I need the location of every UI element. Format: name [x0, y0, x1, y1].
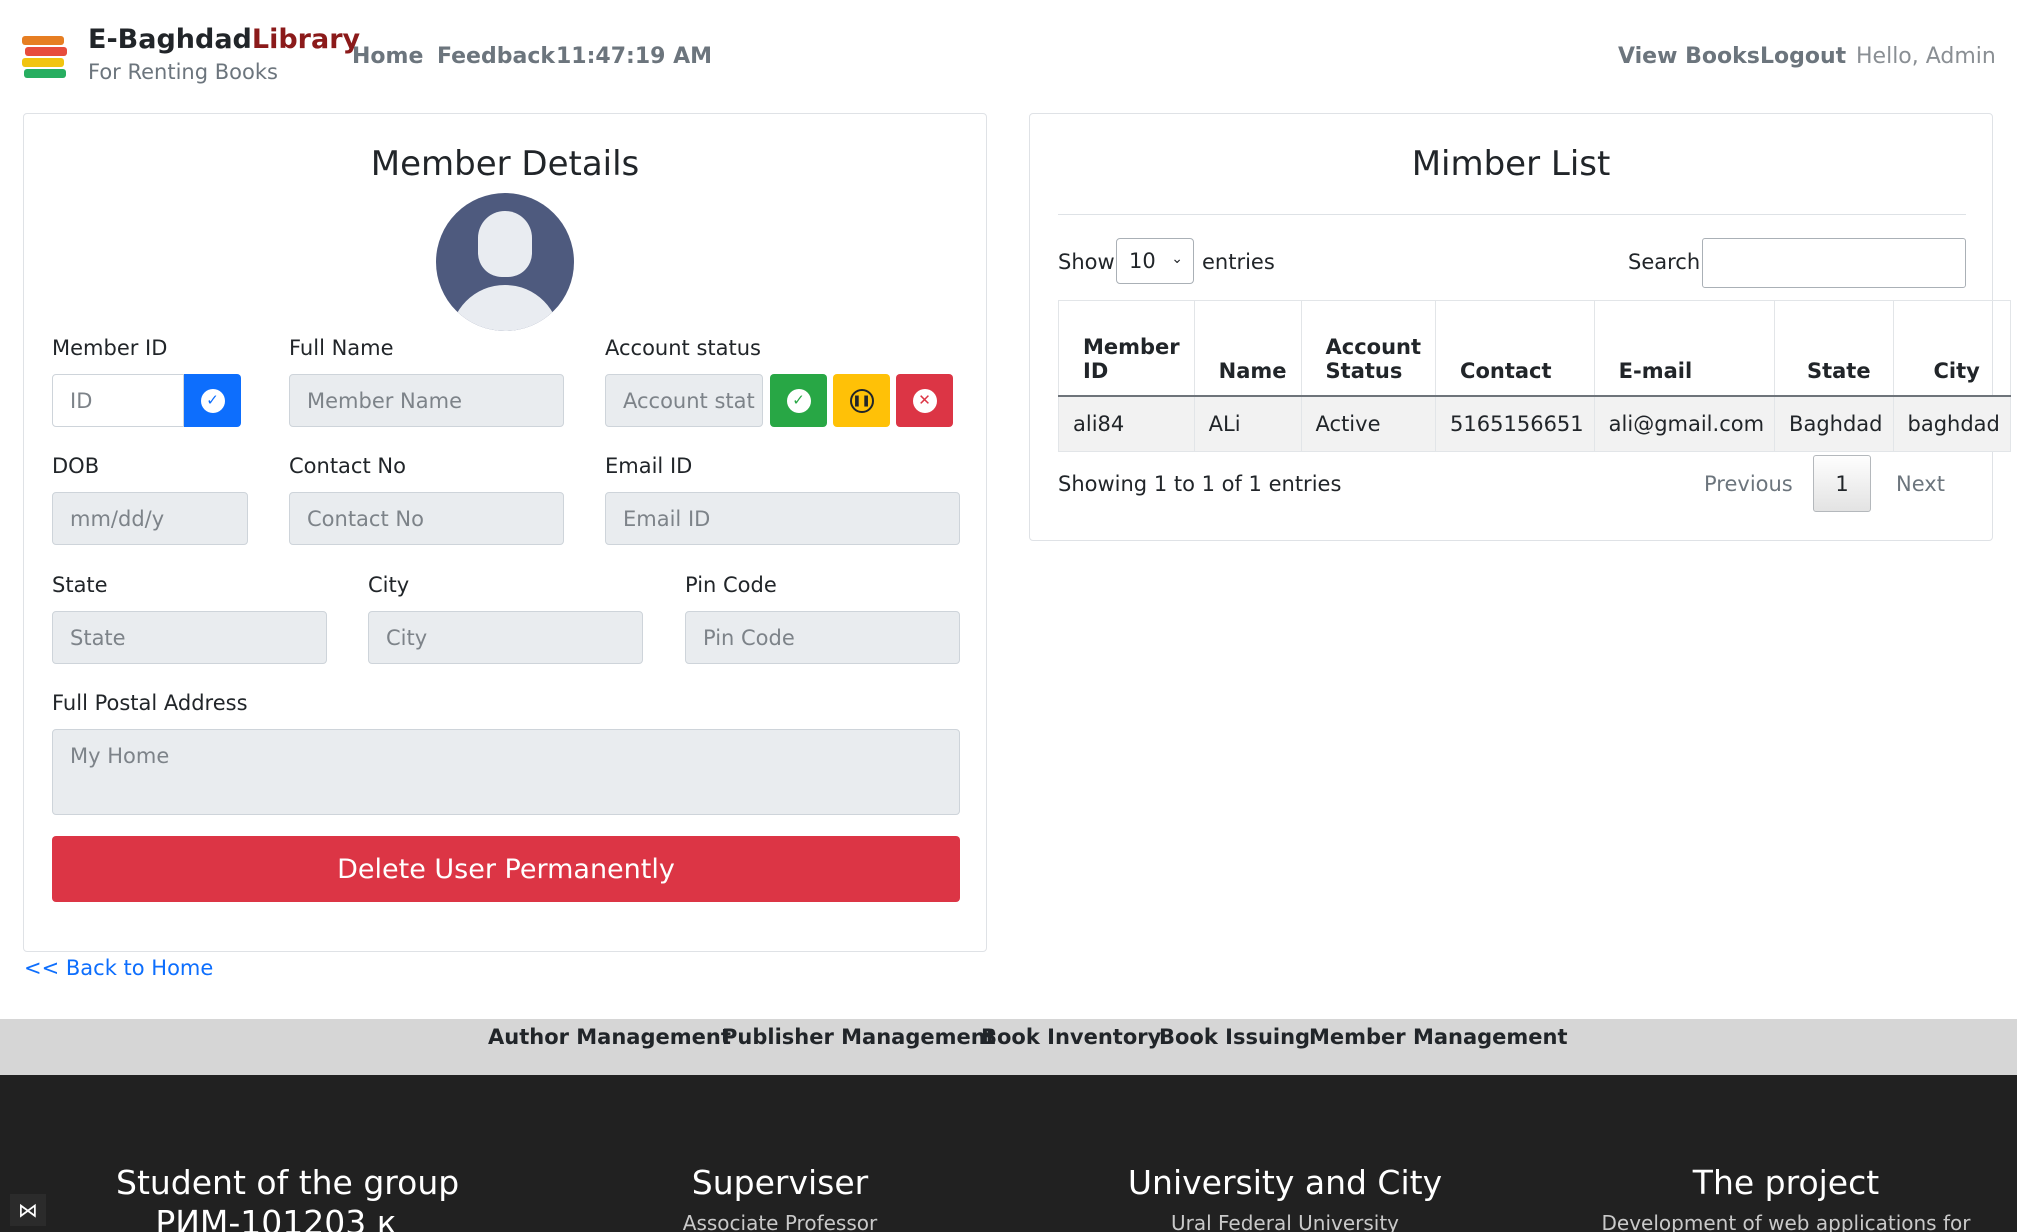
contact-input[interactable]: Contact No — [289, 492, 564, 545]
cell-city: baghdad — [1892, 395, 2011, 452]
visual-studio-icon[interactable]: ⋈ — [10, 1194, 46, 1226]
member-list-title: Mimber List — [1411, 144, 1611, 184]
chevron-down-icon: ⌄ — [1171, 251, 1183, 267]
admin-link-publisher-management[interactable]: Publisher Management — [722, 1025, 996, 1049]
search-member-button[interactable]: ✓ — [184, 374, 241, 427]
deactivate-status-button[interactable]: ✕ — [896, 374, 953, 427]
col-header-contact[interactable]: Contact — [1435, 300, 1595, 397]
col-header-account-status[interactable]: Account Status — [1300, 300, 1437, 397]
account-status-input[interactable]: Account stat — [605, 374, 763, 427]
account-status-label: Account status — [605, 336, 761, 360]
cell-name: ALi — [1193, 395, 1302, 452]
table-header-row: Member ID Name Account Status Contact E-… — [1058, 300, 2011, 397]
footer-project-sub: Development of web applications for — [1601, 1211, 1971, 1232]
search-input[interactable] — [1702, 238, 1966, 288]
pin-code-label: Pin Code — [685, 573, 777, 597]
activate-status-button[interactable]: ✓ — [770, 374, 827, 427]
col-header-member-id[interactable]: Member ID — [1058, 300, 1195, 397]
cell-member-id: ali84 — [1058, 395, 1195, 452]
member-list-card: Mimber List Show 10 ⌄ entries Search: Me… — [1029, 113, 2011, 541]
contact-label: Contact No — [289, 454, 406, 478]
city-input[interactable]: City — [368, 611, 643, 664]
table-row[interactable]: ali84 ALi Active 5165156651 ali@gmail.co… — [1058, 395, 2011, 452]
pause-circle-icon: ❚❚ — [849, 388, 874, 413]
pin-code-input[interactable]: Pin Code — [685, 611, 960, 664]
admin-link-author-management[interactable]: Author Management — [488, 1025, 731, 1049]
city-label: City — [368, 573, 410, 597]
address-textarea[interactable]: My Home — [52, 729, 960, 815]
cell-email: ali@gmail.com — [1593, 395, 1776, 452]
member-details-card: Member Details Member ID ID ✓ Full Name … — [23, 113, 987, 952]
dob-label: DOB — [52, 454, 100, 478]
cell-account-status: Active — [1300, 395, 1437, 452]
state-input[interactable]: State — [52, 611, 327, 664]
full-name-label: Full Name — [289, 336, 394, 360]
nav-view-books[interactable]: View Books — [1618, 44, 1760, 69]
divider — [1058, 214, 1966, 215]
nav-feedback[interactable]: Feedback — [437, 44, 555, 69]
navbar: E-BaghdadLibrary For Renting Books Home … — [0, 0, 2017, 112]
books-stack-icon[interactable] — [22, 34, 67, 78]
x-circle-icon: ✕ — [912, 388, 937, 413]
footer-university-sub: Ural Federal University — [1170, 1211, 1400, 1232]
cell-state: Baghdad — [1774, 395, 1894, 452]
check-circle-icon: ✓ — [200, 388, 225, 413]
email-input[interactable]: Email ID — [605, 492, 960, 545]
footer-university-title: University and City — [1127, 1163, 1443, 1202]
col-header-city[interactable]: City — [1892, 300, 2011, 397]
pagination-next[interactable]: Next — [1896, 472, 1945, 496]
pagination-previous[interactable]: Previous — [1704, 472, 1793, 496]
nav-home[interactable]: Home — [352, 44, 423, 69]
cell-contact: 5165156651 — [1435, 395, 1595, 452]
member-table: Member ID Name Account Status Contact E-… — [1058, 300, 2011, 452]
page-size-value: 10 — [1129, 249, 1156, 273]
check-circle-icon: ✓ — [786, 388, 811, 413]
search-label: Search: — [1628, 250, 1708, 274]
admin-link-member-management[interactable]: Member Management — [1309, 1025, 1568, 1049]
footer-superviser-sub: Associate Professor — [682, 1211, 878, 1232]
brand-name: E-Baghdad — [88, 24, 252, 55]
full-name-input[interactable]: Member Name — [289, 374, 564, 427]
nav-greeting[interactable]: Hello, Admin — [1856, 44, 1996, 69]
footer-student-title: Student of the group — [116, 1163, 460, 1202]
brand-tagline: For Renting Books — [88, 60, 278, 84]
entries-label: entries — [1202, 250, 1275, 274]
pagination-page-1[interactable]: 1 — [1813, 455, 1871, 512]
col-header-name[interactable]: Name — [1193, 300, 1302, 397]
nav-clock: 11:47:19 AM — [556, 44, 713, 69]
delete-user-button[interactable]: Delete User Permanently — [52, 836, 960, 902]
footer: Student of the group РИМ-101203 к Superv… — [0, 1075, 2017, 1232]
admin-link-book-inventory[interactable]: Book Inventory — [981, 1025, 1161, 1049]
state-label: State — [52, 573, 108, 597]
table-info: Showing 1 to 1 of 1 entries — [1058, 472, 1342, 496]
dob-input[interactable]: mm/dd/y — [52, 492, 248, 545]
footer-student-group: РИМ-101203 к — [155, 1203, 397, 1232]
admin-link-book-issuing[interactable]: Book Issuing — [1159, 1025, 1310, 1049]
member-id-input[interactable]: ID — [52, 374, 184, 427]
pause-status-button[interactable]: ❚❚ — [833, 374, 890, 427]
col-header-email[interactable]: E-mail — [1593, 300, 1776, 397]
member-id-label: Member ID — [52, 336, 168, 360]
member-details-title: Member Details — [370, 144, 640, 184]
page-size-select[interactable]: 10 ⌄ — [1116, 238, 1194, 284]
col-header-state[interactable]: State — [1774, 300, 1894, 397]
back-to-home-link[interactable]: << Back to Home — [24, 956, 213, 980]
brand-title[interactable]: E-BaghdadLibrary — [88, 24, 360, 55]
email-label: Email ID — [605, 454, 693, 478]
footer-superviser-title: Superviser — [691, 1163, 869, 1202]
brand-name-accent: Library — [251, 24, 361, 55]
address-label: Full Postal Address — [52, 691, 248, 715]
nav-logout[interactable]: Logout — [1760, 44, 1846, 69]
show-label: Show — [1058, 250, 1115, 274]
user-avatar-icon — [436, 193, 574, 331]
footer-project-title: The project — [1692, 1163, 1880, 1202]
